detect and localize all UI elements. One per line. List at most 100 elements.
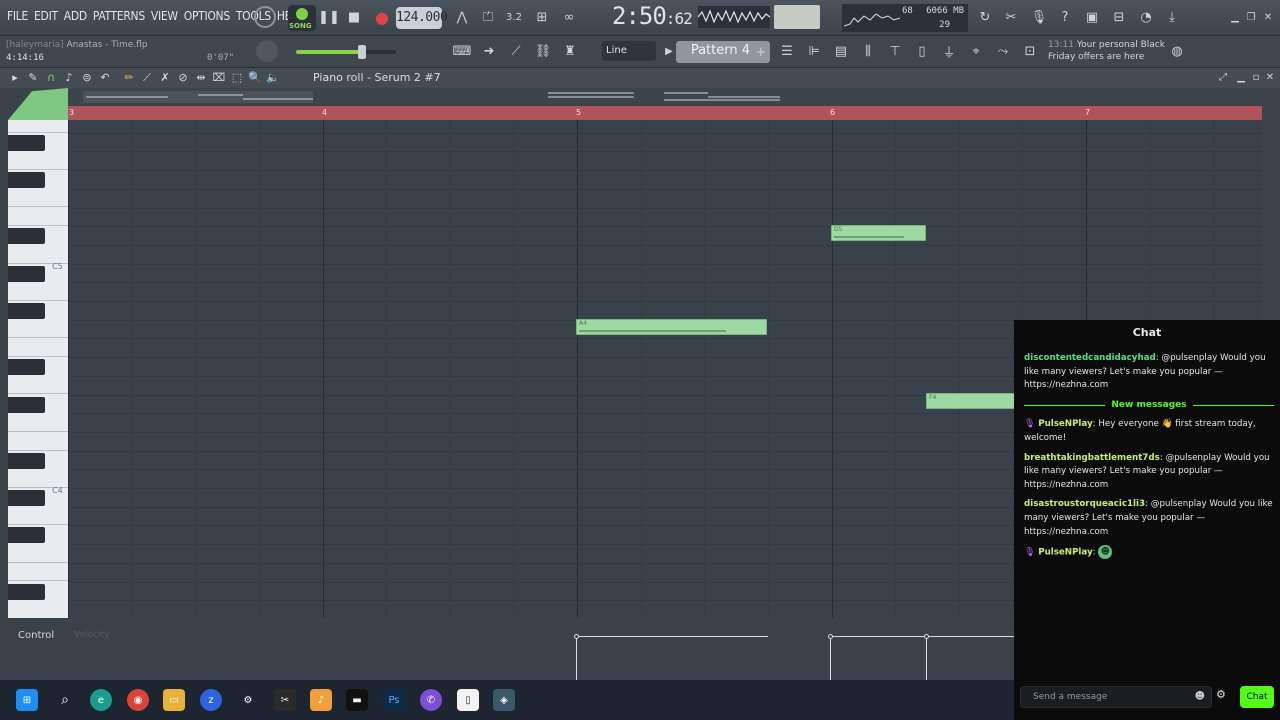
search-icon[interactable]: ⌕ xyxy=(54,689,76,711)
wait-input-icon[interactable]: ⏍ xyxy=(477,6,499,28)
white-key[interactable] xyxy=(8,563,68,582)
pause-button[interactable]: ❚❚ xyxy=(318,6,340,28)
control-label[interactable]: Control xyxy=(18,630,54,641)
add-pattern-icon[interactable]: + xyxy=(750,41,772,63)
chat-username[interactable]: disastroustorqueacic1li3 xyxy=(1024,499,1145,509)
black-key[interactable] xyxy=(8,490,45,506)
velocity-bar[interactable] xyxy=(830,638,831,680)
menu-file[interactable]: FILE xyxy=(4,9,31,23)
black-key[interactable] xyxy=(8,303,45,319)
playback-tool-icon[interactable]: 🔈 xyxy=(266,71,280,85)
black-key[interactable] xyxy=(8,359,45,376)
note-d5[interactable]: D5 xyxy=(831,225,926,241)
chat-send-button[interactable]: Chat xyxy=(1240,686,1274,708)
pitch-knob-icon[interactable] xyxy=(256,40,278,62)
white-key[interactable] xyxy=(8,432,68,451)
black-key[interactable] xyxy=(8,527,45,544)
note-f4[interactable]: F4 xyxy=(926,393,1026,409)
black-key[interactable] xyxy=(8,396,45,413)
fl-studio-icon[interactable]: ♪ xyxy=(310,689,332,711)
white-key[interactable] xyxy=(8,600,68,618)
white-key[interactable] xyxy=(8,320,68,339)
master-volume-knob-icon[interactable] xyxy=(254,6,276,28)
chat-username[interactable]: breathtakingbattlement7ds xyxy=(1024,453,1160,463)
close-icon[interactable]: ✕ xyxy=(1257,6,1279,28)
black-key[interactable] xyxy=(8,583,45,600)
velocity-bar[interactable] xyxy=(926,638,927,680)
loop-record-icon[interactable]: ∞ xyxy=(558,6,580,28)
edge-icon[interactable]: e xyxy=(90,689,112,711)
viber-icon[interactable]: ✆ xyxy=(420,689,442,711)
black-key[interactable] xyxy=(8,228,45,245)
channel-rack-icon[interactable]: ▤ xyxy=(830,40,852,62)
download-icon[interactable]: ⤓ xyxy=(1161,6,1183,28)
delete-tool-icon[interactable]: ✗ xyxy=(158,71,172,85)
chat-bubble-icon[interactable]: ◔ xyxy=(1135,6,1157,28)
velocity-bar[interactable] xyxy=(576,638,577,680)
plugin-icon[interactable]: ⊟ xyxy=(1108,6,1130,28)
pr-close-icon[interactable]: ✕ xyxy=(1259,66,1280,88)
script-icon[interactable]: ⤳ xyxy=(992,40,1014,62)
select-tool-icon[interactable]: ⬚ xyxy=(230,71,244,85)
note-icon[interactable]: ♪ xyxy=(62,71,76,85)
help-icon[interactable]: ? xyxy=(1054,6,1076,28)
capcut-icon[interactable]: ✂ xyxy=(274,689,296,711)
emoji-icon[interactable]: ☻ xyxy=(1195,691,1205,702)
magnet-icon[interactable]: ∩ xyxy=(44,71,58,85)
pencil-icon[interactable]: ✏ xyxy=(122,71,136,85)
document-icon[interactable]: ▯ xyxy=(457,689,479,711)
save-icon[interactable]: ▣ xyxy=(1081,6,1103,28)
white-key[interactable] xyxy=(8,245,68,264)
menu-patterns[interactable]: PATTERNS xyxy=(90,9,148,23)
velocity-handle[interactable] xyxy=(924,634,929,639)
browser-icon[interactable]: ⊤ xyxy=(884,40,906,62)
tools-icon[interactable]: ✂ xyxy=(1000,6,1022,28)
slip-tool-icon[interactable]: ⇹ xyxy=(194,71,208,85)
brush-icon[interactable]: ⟋ xyxy=(505,40,527,62)
chat-username[interactable]: discontentedcandidacyhad xyxy=(1024,353,1156,363)
white-key[interactable] xyxy=(8,151,68,171)
wrench-icon[interactable]: ✎ xyxy=(26,71,40,85)
menu-edit[interactable]: EDIT xyxy=(31,9,61,23)
white-key[interactable] xyxy=(8,376,68,395)
chat-message-input[interactable]: Send a message ☻ xyxy=(1020,686,1212,708)
undo-icon[interactable]: ↶ xyxy=(98,71,112,85)
zoom-tool-icon[interactable]: 🔍 xyxy=(248,71,262,85)
master-volume-slider[interactable] xyxy=(296,45,396,59)
stamp-tool-icon[interactable]: ⊜ xyxy=(80,71,94,85)
slice-tool-icon[interactable]: ⌧ xyxy=(212,71,226,85)
discord-icon[interactable]: ⚙ xyxy=(237,689,259,711)
white-key[interactable] xyxy=(8,338,68,358)
undo-history-icon[interactable]: ↻ xyxy=(974,6,996,28)
white-key[interactable] xyxy=(8,189,68,208)
master-volume-handle[interactable] xyxy=(358,45,366,59)
playlist-icon[interactable]: ☰ xyxy=(776,40,798,62)
photoshop-icon[interactable]: Ps xyxy=(383,689,405,711)
zoom-handle[interactable] xyxy=(8,88,68,120)
mute-tool-icon[interactable]: ⊘ xyxy=(176,71,190,85)
song-mode-toggle[interactable]: SONG xyxy=(288,5,316,31)
white-key[interactable] xyxy=(8,413,68,432)
windows-start-icon[interactable]: ⊞ xyxy=(16,689,38,711)
black-key[interactable] xyxy=(8,452,45,469)
news-panel[interactable]: 13:11 Your personal Black Friday offers … xyxy=(1048,39,1168,63)
white-key[interactable] xyxy=(8,282,68,301)
cart-icon[interactable]: ⊡ xyxy=(1019,40,1041,62)
menu-view[interactable]: VIEW xyxy=(148,9,181,23)
step-edit-icon[interactable]: ⊞ xyxy=(531,6,553,28)
file-explorer-icon[interactable]: ▭ xyxy=(163,689,185,711)
davinci-icon[interactable]: ◈ xyxy=(493,689,515,711)
picker-icon[interactable]: ⌖ xyxy=(965,40,987,62)
chat-username[interactable]: PulseNPlay xyxy=(1038,419,1092,429)
timeline-ruler[interactable]: 3 4 5 6 7 xyxy=(68,106,1262,120)
snap-select[interactable]: Line xyxy=(602,41,656,61)
chat-settings-gear-icon[interactable]: ⚙ xyxy=(1216,688,1226,701)
white-key[interactable] xyxy=(8,208,68,227)
white-key[interactable] xyxy=(8,120,68,133)
velocity-handle[interactable] xyxy=(828,634,833,639)
terminal-icon[interactable]: ▬ xyxy=(346,689,368,711)
piano-icon[interactable]: ⌨ xyxy=(451,40,473,62)
white-key[interactable] xyxy=(8,507,68,526)
mixer-icon[interactable]: ⫼ xyxy=(857,40,879,62)
chat-username[interactable]: PulseNPlay xyxy=(1038,548,1092,558)
